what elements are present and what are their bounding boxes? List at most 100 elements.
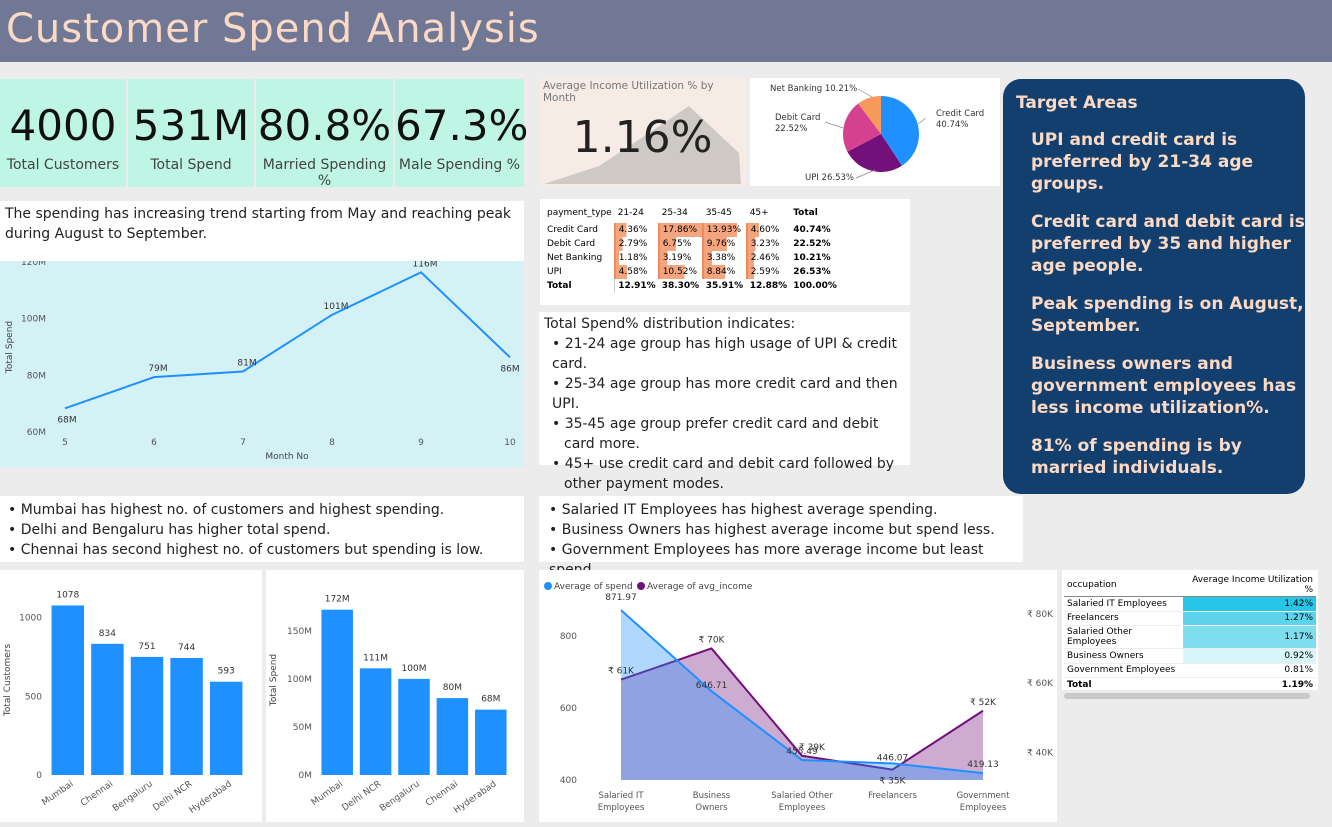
x-tick-label: Employees [779, 803, 826, 813]
y-tick-label: 150M [287, 627, 312, 637]
kpi-value: 4000 [9, 101, 117, 150]
income-utilization-card[interactable]: Average Income Utilization % by Month 1.… [539, 78, 746, 186]
horizontal-scrollbar[interactable] [1064, 693, 1310, 699]
pivot-total-row: Total 12.91% 38.30% 35.91% 12.88% 100.00% [544, 279, 840, 293]
pivot-header-cell[interactable]: 35-45 [703, 203, 747, 223]
pivot-cell: 2.59% [745, 265, 791, 279]
y-tick-label: 0M [299, 771, 313, 781]
occupation-spend-income-card[interactable]: Average of spend Average of avg_income 400… [539, 570, 1057, 822]
x-tick-label: Owners [695, 803, 728, 813]
pivot-row[interactable]: Credit Card 4.36% 17.86% 13.93% 4.60% 40.74% [544, 223, 840, 237]
pie-label: 40.74% [936, 120, 968, 130]
pivot-header-cell[interactable]: Total [790, 203, 840, 223]
occupation-utilization-table[interactable]: occupation Average Income Utilization % Sa… [1064, 574, 1316, 692]
y-axis-label: Total Spend [5, 321, 15, 374]
spend-data-label: 646.71 [696, 681, 728, 691]
distribution-bullet: • 25-34 age group has more credit card a… [552, 376, 898, 412]
bar[interactable] [436, 698, 469, 775]
target-item: Peak spending is on August, September. [1031, 294, 1304, 336]
occ-row[interactable]: Freelancers 1.27% [1064, 611, 1316, 626]
kpi-value: 67.3% [395, 101, 529, 150]
occ-name-cell: Government Employees [1064, 663, 1184, 678]
x-tick-label: Business [693, 791, 731, 801]
pivot-row[interactable]: UPI 4.58% 10.52% 8.84% 2.59% 26.53% [544, 265, 840, 279]
data-label: 116M [413, 261, 438, 269]
occ-value-cell: 1.17% [1183, 625, 1316, 649]
trend-text: The spending has increasing trend starti… [0, 201, 524, 261]
spend-by-city-card[interactable]: 0M 50M 100M 150M Total Spend 172M Mumbai 111M De… [266, 570, 524, 822]
header-bar: Customer Spend Analysis [0, 0, 1332, 62]
occ-value-cell: 1.42% [1183, 596, 1316, 612]
payment-type-pie-card[interactable]: Credit Card 40.74% UPI 26.53% Debit Card 22.… [750, 78, 1000, 186]
monthly-spend-line-chart[interactable]: 60M 80M 100M 120M Total Spend 5 6 7 8 9 10 Month No… [0, 258, 524, 467]
bar[interactable] [209, 681, 243, 775]
bar[interactable] [170, 657, 203, 775]
payment-type-pie-chart[interactable]: Credit Card40.74% UPI 26.53% Debit Card22.… [750, 78, 1000, 186]
pie-label: Net Banking 10.21% [770, 84, 857, 94]
y-tick-label: 1000 [19, 614, 42, 624]
x-tick-label: Hyderabad [188, 779, 234, 816]
occupation-bullet: • Salaried IT Employees has highest aver… [549, 502, 938, 518]
y-tick-label: 100M [287, 675, 312, 685]
pivot-row[interactable]: Debit Card 2.79% 6.75% 9.76% 3.23% 22.52% [544, 237, 840, 251]
legend-marker [637, 582, 645, 590]
pie-leader-line [917, 117, 927, 125]
bar[interactable] [475, 709, 507, 775]
x-axis-label: Month No [265, 452, 309, 462]
target-areas-panel: Target Areas UPI and credit card is pref… [1003, 79, 1305, 494]
pivot-header-cell[interactable]: payment_type [544, 203, 615, 223]
bar[interactable] [51, 605, 85, 775]
occ-header-cell[interactable]: Average Income Utilization % [1183, 574, 1316, 597]
spend-by-city-chart[interactable]: 0M 50M 100M 150M Total Spend 172M Mumbai 111M De… [266, 570, 524, 822]
pivot-cell: 2.46% [745, 251, 791, 265]
kpi-total-spend[interactable]: 531M Total Spend [128, 79, 254, 187]
occ-header-row: occupation Average Income Utilization % [1064, 574, 1316, 597]
kpi-male-spending[interactable]: 67.3% Male Spending % [395, 79, 529, 187]
occ-row[interactable]: Business Owners 0.92% [1064, 648, 1316, 664]
bar[interactable] [321, 609, 353, 775]
monthly-spend-line-card[interactable]: 60M 80M 100M 120M Total Spend 5 6 7 8 9 10 Month No… [0, 258, 524, 467]
bar[interactable] [91, 643, 124, 775]
pivot-row-label: Debit Card [544, 237, 616, 251]
occupation-spend-income-chart[interactable]: Average of spend Average of avg_income 400… [539, 570, 1057, 822]
pivot-cell: 6.75% [657, 237, 703, 251]
distribution-heading: Total Spend% distribution indicates: [544, 316, 796, 332]
data-label: 593 [218, 667, 235, 677]
bar[interactable] [359, 668, 392, 775]
kpi-married-spending[interactable]: 80.8% Married Spending % [256, 79, 393, 189]
customers-by-city-chart[interactable]: 0 500 1000 Total Customers 1078 Mumbai 834 Chen… [0, 570, 262, 822]
x-tick-label: Hyderabad [452, 779, 498, 816]
occ-total-row: Total 1.19% [1064, 678, 1316, 693]
kpi-label: Male Spending % [398, 157, 521, 173]
bar[interactable] [130, 656, 164, 775]
pivot-header-cell[interactable]: 45+ [747, 203, 791, 223]
occ-row[interactable]: Government Employees 0.81% [1064, 663, 1316, 678]
data-label: 80M [443, 683, 462, 693]
kpi-total-customers[interactable]: 4000 Total Customers [0, 79, 126, 187]
payment-age-matrix[interactable]: payment_type 21-24 25-34 35-45 45+ Total Credi… [540, 199, 910, 305]
bar[interactable] [398, 678, 430, 775]
x-tick-label: Government [956, 791, 1010, 801]
pivot-header-row: payment_type 21-24 25-34 35-45 45+ Total [544, 203, 840, 223]
occ-name-cell: Business Owners [1064, 648, 1184, 664]
pivot-row[interactable]: Net Banking 1.18% 3.19% 3.38% 2.46% 10.21% [544, 251, 840, 265]
data-label: 744 [178, 643, 195, 653]
occupation-utilization-card[interactable]: occupation Average Income Utilization % Sa… [1062, 570, 1318, 699]
occ-value-cell: 1.27% [1183, 611, 1316, 626]
y-tick-label: 0 [36, 771, 42, 781]
pivot-cell: 13.93% [701, 223, 747, 237]
occ-row[interactable]: Salaried IT Employees 1.42% [1064, 596, 1316, 612]
pivot-table[interactable]: payment_type 21-24 25-34 35-45 45+ Total Credi… [544, 203, 840, 293]
pie-leader-line [857, 88, 873, 98]
pivot-cell: 3.38% [701, 251, 747, 265]
city-bullet: • Chennai has second highest no. of cust… [8, 542, 484, 558]
legend-label: Average of spend [554, 582, 633, 592]
pivot-header-cell[interactable]: 25-34 [659, 203, 703, 223]
occ-header-cell[interactable]: occupation [1064, 574, 1184, 597]
pie-label: UPI 26.53% [805, 173, 854, 183]
data-label: 86M [500, 364, 519, 374]
customers-by-city-card[interactable]: 0 500 1000 Total Customers 1078 Mumbai 834 Chen… [0, 570, 262, 822]
pivot-header-cell[interactable]: 21-24 [615, 203, 659, 223]
legend-label: Average of avg_income [647, 582, 753, 592]
occ-row[interactable]: Salaried Other Employees 1.17% [1064, 625, 1316, 649]
